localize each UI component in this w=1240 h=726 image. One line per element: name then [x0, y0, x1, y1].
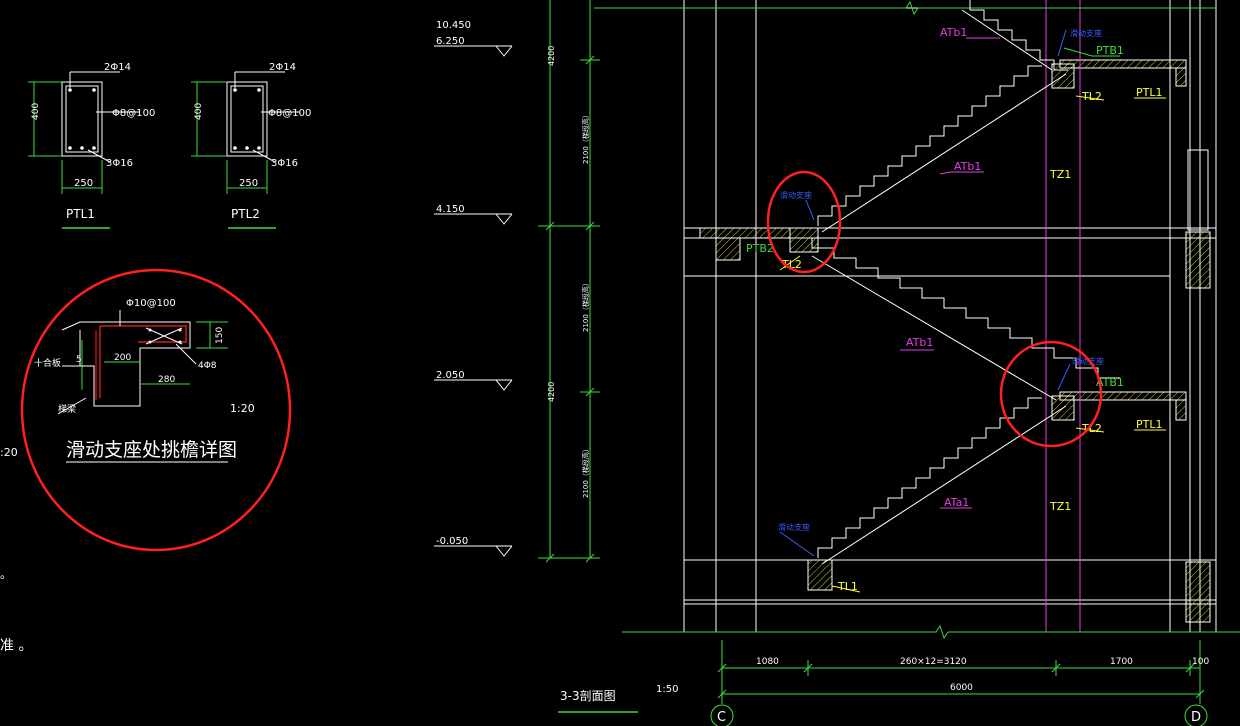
- column-tz1: [1045, 0, 1081, 632]
- hdim-3120: 260×12=3120: [900, 657, 967, 667]
- detail-5: 5: [76, 355, 82, 365]
- vertical-dimensions: [538, 0, 600, 563]
- elevation-minus0050: -0.050: [436, 536, 468, 547]
- section-structure: [594, 0, 1217, 632]
- detail-bottom-label: 梯梁: [58, 403, 76, 415]
- ptl1-width-dim: 250: [74, 178, 93, 189]
- label-ptl1-top: PTL1: [1136, 86, 1162, 99]
- left-edge-mark-1: 。: [0, 567, 12, 581]
- elevation-4150: 4.150: [436, 204, 465, 215]
- sliding-support-detail: Φ10@100 150 200 4Φ8 280 5 十合板 梯梁 1:20 滑动…: [20, 268, 292, 552]
- label-ata1: ATa1: [944, 496, 969, 509]
- vdim-2100-upper: 2100（梯段高）: [581, 111, 590, 164]
- label-tl2-top: TL2: [1081, 90, 1102, 103]
- hdim-6000: 6000: [950, 683, 973, 693]
- axis-c: C: [710, 704, 734, 726]
- left-edge-mark-2: 准 。: [0, 638, 32, 654]
- elevation-10450: 10.450: [436, 20, 471, 31]
- label-atb1-mid: ATb1: [954, 160, 981, 173]
- detail-280: 280: [158, 375, 175, 385]
- leader-lines: [779, 29, 1166, 593]
- ptl1-bottom-rebar: 3Φ16: [106, 158, 133, 169]
- vdim-4200-top: 4200: [547, 46, 556, 66]
- label-tz1-low: TZ1: [1049, 500, 1071, 513]
- label-slide-1: 滑动支座: [1070, 28, 1102, 38]
- label-tl1: TL1: [837, 580, 858, 593]
- elevation-6250: 6.250: [436, 36, 465, 47]
- detail-150: 150: [215, 327, 225, 344]
- cad-drawing-canvas: 2Φ14 Φ8@100 3Φ16 400 250 PTL1 2Φ14 Φ8@10…: [0, 0, 1240, 726]
- ground-line: [622, 624, 1240, 640]
- structural-members: [699, 59, 1211, 623]
- ptl1-stirrup: Φ8@100: [112, 108, 155, 119]
- ptl2-height-dim: 400: [194, 103, 204, 120]
- section-scale: 1:50: [656, 684, 678, 695]
- label-ptb2: PTB2: [746, 242, 774, 255]
- section-title: 3-3剖面图: [560, 689, 616, 703]
- label-ptl1-low: PTL1: [1136, 418, 1162, 431]
- detail-200: 200: [114, 353, 131, 363]
- ptl1-top-rebar: 2Φ14: [104, 62, 131, 73]
- top-break-line: [594, 0, 1216, 16]
- detail-scale: 1:20: [230, 402, 255, 415]
- detail-4phi8: 4Φ8: [198, 361, 217, 371]
- elevation-2050: 2.050: [436, 370, 465, 381]
- horizontal-dimensions: [717, 640, 1205, 704]
- vdim-2100-mid: 2100（梯段高）: [581, 279, 590, 332]
- vdim-2100-lower: 2100（梯段高）: [581, 445, 590, 498]
- beam-section-ptl2: 2Φ14 Φ8@100 3Φ16 400 250 PTL2: [191, 62, 311, 229]
- detail-title: 滑动支座处挑檐详图: [66, 439, 237, 461]
- ptl2-top-rebar: 2Φ14: [269, 62, 296, 73]
- svg-text:C: C: [717, 710, 726, 725]
- label-atb1-top: ATb1: [940, 26, 967, 39]
- label-slide-2: 滑动支座: [780, 190, 812, 200]
- hdim-1700: 1700: [1110, 657, 1133, 667]
- elevation-markers: 10.450 6.250 4.150 2.050 -0.050: [434, 20, 513, 557]
- ptl1-height-dim: 400: [31, 103, 41, 120]
- hdim-100: 100: [1192, 657, 1209, 667]
- detail-top-rebar: Φ10@100: [126, 298, 176, 309]
- ptl2-width-dim: 250: [239, 178, 258, 189]
- label-tz1-top: TZ1: [1049, 168, 1071, 181]
- ptl2-stirrup: Φ8@100: [268, 108, 311, 119]
- svg-text:D: D: [1191, 710, 1201, 725]
- axis-d: D: [1184, 704, 1208, 726]
- detail-left-label: 十合板: [34, 357, 61, 369]
- ptl2-bottom-rebar: 3Φ16: [271, 158, 298, 169]
- ptl1-name: PTL1: [66, 207, 95, 221]
- beam-section-ptl1: 2Φ14 Φ8@100 3Φ16 400 250 PTL1: [28, 62, 155, 229]
- hdim-1080: 1080: [756, 657, 779, 667]
- label-slide-4: 滑动支座: [778, 522, 810, 532]
- left-edge-scale: :20: [0, 446, 18, 459]
- vdim-4200-low: 4200: [547, 382, 556, 402]
- highlight-circle-upper: [766, 170, 842, 274]
- label-ptb1-top: PTB1: [1096, 44, 1124, 57]
- ptl2-name: PTL2: [231, 207, 260, 221]
- label-atb1-low: ATb1: [906, 336, 933, 349]
